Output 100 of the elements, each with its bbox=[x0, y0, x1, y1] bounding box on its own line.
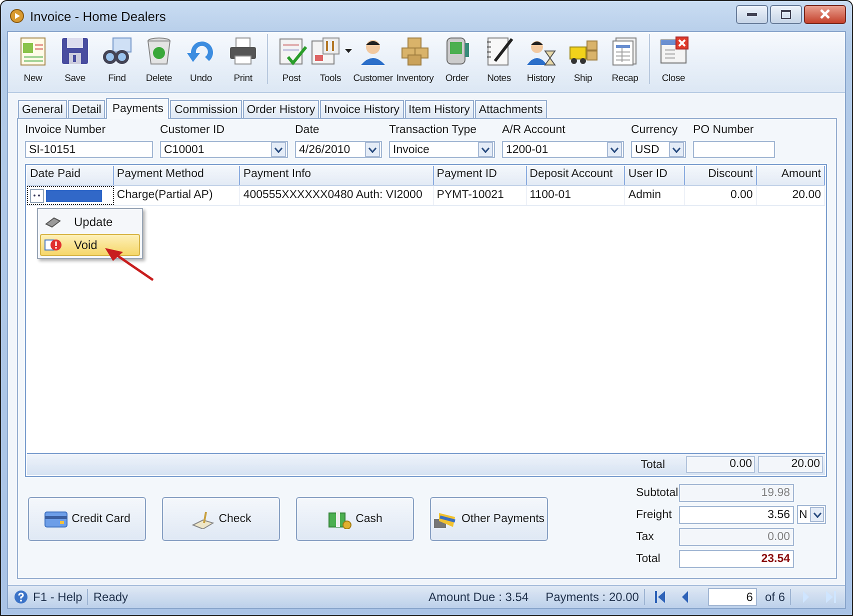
menu-item[interactable]: Update bbox=[40, 211, 140, 233]
toolbar-button[interactable]: Recap bbox=[604, 34, 646, 84]
summary-value: 19.98 bbox=[679, 484, 794, 502]
tab[interactable]: Order History bbox=[242, 100, 320, 118]
dropdown-field[interactable]: 1200-01 bbox=[502, 141, 624, 158]
input-field[interactable]: SI-10151 bbox=[25, 141, 153, 158]
table-cell: PYMT-10021 bbox=[434, 186, 527, 205]
void-icon bbox=[44, 238, 62, 252]
toolbar-button[interactable]: Print bbox=[222, 34, 264, 84]
toolbar-button[interactable]: Close bbox=[649, 34, 691, 84]
dropdown-field[interactable]: USD bbox=[631, 141, 686, 158]
toolbar-button[interactable]: New bbox=[12, 34, 54, 84]
toolbar-button[interactable]: Inventory bbox=[394, 34, 436, 84]
field-label: Currency bbox=[631, 124, 679, 138]
ellipsis-icon bbox=[33, 194, 41, 197]
dropdown-field[interactable]: Invoice bbox=[389, 141, 495, 158]
column-header[interactable]: Deposit Account bbox=[526, 166, 626, 185]
tab[interactable]: Invoice History bbox=[320, 100, 404, 118]
toolbar-button[interactable]: Save bbox=[54, 34, 96, 84]
field-label: Customer ID bbox=[160, 124, 226, 138]
table-cell: 400555XXXXXX0480 Auth: VI2000 bbox=[240, 186, 434, 205]
close-button[interactable] bbox=[804, 4, 846, 24]
binoculars-icon bbox=[101, 35, 133, 67]
maximize-icon bbox=[781, 10, 791, 18]
toolbar-button[interactable]: Customer bbox=[352, 34, 394, 84]
app-icon bbox=[10, 9, 24, 23]
payment-button[interactable]: Check bbox=[162, 497, 280, 541]
minimize-button[interactable] bbox=[736, 4, 768, 24]
payment-button[interactable]: Other Payments bbox=[430, 497, 548, 541]
toolbar-button[interactable]: Order bbox=[436, 34, 478, 84]
field-label: A/R Account bbox=[502, 124, 566, 138]
eraser-icon bbox=[44, 216, 62, 228]
tab[interactable]: Attachments bbox=[474, 100, 547, 118]
tab[interactable]: General bbox=[18, 100, 67, 118]
toolbar-button[interactable]: Notes bbox=[478, 34, 520, 84]
cash-icon bbox=[328, 509, 352, 529]
column-header[interactable]: User ID bbox=[625, 166, 685, 185]
tab[interactable]: Item History bbox=[404, 100, 474, 118]
summary-label: Tax bbox=[636, 530, 655, 542]
field-label: Transaction Type bbox=[389, 124, 478, 138]
arrow-icon bbox=[654, 590, 666, 604]
ellipsis-button[interactable] bbox=[30, 188, 44, 202]
summary-value: 23.54 bbox=[679, 550, 794, 568]
menu-item[interactable]: Void bbox=[40, 234, 140, 256]
toolbar-button[interactable]: Find bbox=[96, 34, 138, 84]
payment-button[interactable]: Cash bbox=[296, 497, 414, 541]
payment-button[interactable]: Credit Card bbox=[28, 497, 146, 541]
selected-cell[interactable] bbox=[27, 186, 114, 205]
amount-total: 20.00 bbox=[758, 456, 823, 473]
boxes-icon bbox=[399, 35, 431, 67]
toolbar-button[interactable]: Delete bbox=[138, 34, 180, 84]
record-count: of 6 bbox=[764, 590, 785, 604]
column-header[interactable]: Payment Info bbox=[240, 166, 434, 185]
amount-due: Amount Due : 3.54 bbox=[428, 590, 529, 604]
table-cell: Admin bbox=[625, 186, 685, 205]
payments-total: Payments : 20.00 bbox=[546, 590, 639, 604]
toolbar-button[interactable]: Undo bbox=[180, 34, 222, 84]
table-cell: Charge(Partial AP) bbox=[114, 186, 240, 205]
column-header[interactable]: Amount bbox=[756, 166, 825, 185]
record-field[interactable]: 6 bbox=[708, 588, 757, 606]
tools-icon bbox=[309, 35, 341, 67]
summary-value: 0.00 bbox=[679, 528, 794, 546]
arrow-icon bbox=[825, 590, 837, 604]
dropdown-field[interactable]: C10001 bbox=[160, 141, 288, 158]
table-cell: 0.00 bbox=[684, 186, 757, 205]
tab[interactable]: Commission bbox=[170, 100, 242, 118]
status-text: Ready bbox=[93, 590, 128, 604]
tab[interactable]: Detail bbox=[68, 100, 106, 118]
input-field[interactable] bbox=[693, 141, 775, 158]
discount-total: 0.00 bbox=[686, 456, 755, 473]
arrow-icon bbox=[800, 590, 812, 604]
dropdown-field[interactable]: N bbox=[797, 505, 826, 524]
field-label: PO Number bbox=[693, 124, 755, 138]
table-cell: 20.00 bbox=[756, 186, 825, 205]
summary-label: Subtotal bbox=[636, 486, 679, 498]
printer-icon bbox=[227, 35, 259, 67]
minimize-icon bbox=[747, 12, 757, 16]
column-header[interactable]: Discount bbox=[684, 166, 757, 185]
help-icon bbox=[14, 590, 28, 604]
field-label: Invoice Number bbox=[25, 124, 107, 138]
column-header[interactable]: Payment Method bbox=[114, 166, 240, 185]
annotation-arrow bbox=[103, 246, 155, 282]
toolbar-button[interactable]: Ship bbox=[562, 34, 604, 84]
field-label: Date bbox=[295, 124, 320, 138]
summary-label: Freight bbox=[636, 508, 673, 520]
dropdown-arrow-icon bbox=[345, 49, 352, 53]
tab[interactable]: Payments bbox=[106, 98, 170, 119]
help-hint: F1 - Help bbox=[33, 590, 82, 604]
window-title: Invoice - Home Dealers bbox=[30, 8, 166, 24]
input-field[interactable]: 3.56 bbox=[679, 506, 794, 524]
toolbar-button[interactable]: Post bbox=[267, 34, 309, 84]
close-icon bbox=[819, 9, 831, 19]
maximize-button[interactable] bbox=[770, 4, 802, 24]
column-header[interactable]: Payment ID bbox=[434, 166, 527, 185]
check-writing-icon bbox=[190, 509, 215, 529]
dropdown-field[interactable]: 4/26/2010 bbox=[295, 141, 382, 158]
column-header[interactable]: Date Paid bbox=[27, 166, 114, 185]
toolbar-button[interactable]: Tools bbox=[309, 34, 352, 84]
toolbar-button[interactable]: History bbox=[520, 34, 562, 84]
credit-card-icon bbox=[44, 509, 68, 529]
